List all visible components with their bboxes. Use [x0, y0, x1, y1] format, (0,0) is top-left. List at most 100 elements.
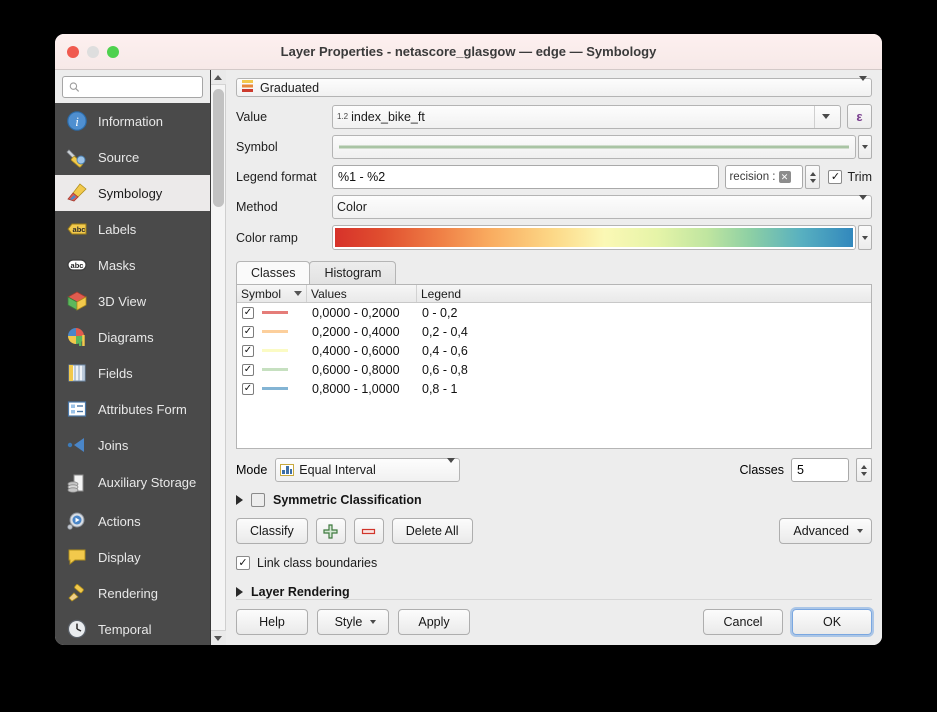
row-symbol-swatch[interactable] — [262, 368, 288, 371]
table-row[interactable]: ✓ 0,2000 - 0,4000 0,2 - 0,4 — [237, 322, 871, 341]
row-symbol-swatch[interactable] — [262, 349, 288, 352]
sidebar-item-diagrams[interactable]: Diagrams — [55, 319, 210, 355]
stepper-up-icon[interactable] — [861, 464, 867, 469]
sidebar-item-source[interactable]: Source — [55, 139, 210, 175]
add-class-button[interactable] — [315, 518, 346, 544]
sidebar-item-display[interactable]: Display — [55, 539, 210, 575]
trim-checkbox[interactable]: ✓ — [828, 170, 843, 184]
table-row[interactable]: ✓ 0,4000 - 0,6000 0,4 - 0,6 — [237, 341, 871, 360]
column-header-legend[interactable]: Legend — [417, 285, 871, 302]
advanced-button[interactable]: Advanced — [779, 518, 872, 544]
table-row[interactable]: ✓ 0,6000 - 0,8000 0,6 - 0,8 — [237, 360, 871, 379]
sidebar-item-labels[interactable]: abc Labels — [55, 211, 210, 247]
classes-stepper[interactable] — [856, 458, 872, 482]
classify-button[interactable]: Classify — [236, 518, 308, 544]
delete-all-button[interactable]: Delete All — [391, 518, 473, 544]
layer-rendering-section[interactable]: Layer Rendering — [236, 585, 872, 599]
method-combo[interactable]: Color — [332, 195, 872, 219]
table-row[interactable]: ✓ 0,0000 - 0,2000 0 - 0,2 — [237, 303, 871, 322]
ok-button[interactable]: OK — [792, 609, 872, 635]
mode-combo[interactable]: Equal Interval — [275, 458, 461, 482]
sidebar-item-fields[interactable]: Fields — [55, 355, 210, 391]
scroll-down-arrow[interactable] — [210, 630, 226, 645]
symmetric-classification-row[interactable]: Symmetric Classification — [236, 493, 872, 507]
row-values-cell[interactable]: 0,8000 - 1,0000 — [307, 382, 417, 396]
symmetric-classification-checkbox[interactable] — [251, 493, 265, 507]
trim-checkbox-wrap[interactable]: ✓ Trim — [828, 170, 872, 184]
row-checkbox[interactable]: ✓ — [242, 382, 254, 395]
column-header-values-label: Values — [311, 286, 347, 301]
help-button[interactable]: Help — [236, 609, 308, 635]
expand-arrow-icon[interactable] — [236, 587, 243, 597]
expression-editor-button[interactable]: ε — [847, 104, 872, 129]
clear-icon[interactable]: ✕ — [778, 171, 791, 183]
value-field-combo[interactable]: 1.2 index_bike_ft — [332, 104, 841, 129]
row-symbol-cell[interactable]: ✓ — [237, 382, 307, 395]
cancel-button[interactable]: Cancel — [703, 609, 783, 635]
apply-button[interactable]: Apply — [398, 609, 470, 635]
row-symbol-cell[interactable]: ✓ — [237, 306, 307, 319]
style-button[interactable]: Style — [317, 609, 389, 635]
chevron-down-icon[interactable] — [814, 105, 836, 128]
link-class-boundaries-row[interactable]: ✓ Link class boundaries — [236, 556, 872, 570]
row-symbol-cell[interactable]: ✓ — [237, 363, 307, 376]
row-legend-cell[interactable]: 0,8 - 1 — [417, 382, 871, 396]
row-checkbox[interactable]: ✓ — [242, 306, 254, 319]
close-window-button[interactable] — [67, 45, 79, 58]
color-ramp-preview[interactable] — [332, 225, 856, 250]
row-values-cell[interactable]: 0,0000 - 0,2000 — [307, 306, 417, 320]
symbol-preview-button[interactable] — [332, 135, 856, 159]
precision-stepper[interactable] — [805, 165, 821, 189]
color-ramp-dropdown-button[interactable] — [858, 225, 872, 250]
row-symbol-swatch[interactable] — [262, 387, 288, 390]
row-legend-cell[interactable]: 0,2 - 0,4 — [417, 325, 871, 339]
legend-format-input[interactable]: %1 - %2 — [332, 165, 720, 189]
row-values-cell[interactable]: 0,2000 - 0,4000 — [307, 325, 417, 339]
row-legend-cell[interactable]: 0 - 0,2 — [417, 306, 871, 320]
minimize-window-button[interactable] — [87, 45, 99, 58]
stepper-up-icon[interactable] — [809, 171, 816, 176]
precision-input[interactable]: recision : ✕ — [725, 165, 804, 189]
row-values-cell[interactable]: 0,4000 - 0,6000 — [307, 344, 417, 358]
sidebar-item-attributes-form[interactable]: Attributes Form — [55, 391, 210, 427]
sidebar-item-temporal[interactable]: Temporal — [55, 611, 210, 645]
classes-input[interactable]: 5 — [791, 458, 849, 482]
sidebar-item-3d-view[interactable]: 3D View — [55, 283, 210, 319]
sidebar-item-symbology[interactable]: Symbology — [55, 175, 210, 211]
scrollbar-track[interactable] — [211, 85, 225, 630]
scrollbar-thumb[interactable] — [213, 89, 224, 207]
stepper-down-icon[interactable] — [861, 471, 867, 476]
row-symbol-cell[interactable]: ✓ — [237, 325, 307, 338]
column-header-symbol[interactable]: Symbol — [237, 285, 307, 302]
search-input[interactable] — [83, 79, 196, 95]
sidebar-item-masks[interactable]: abc Masks — [55, 247, 210, 283]
row-legend-cell[interactable]: 0,4 - 0,6 — [417, 344, 871, 358]
sidebar-item-rendering[interactable]: Rendering — [55, 575, 210, 611]
symbol-dropdown-button[interactable] — [858, 135, 872, 159]
maximize-window-button[interactable] — [107, 45, 119, 58]
sidebar-item-joins[interactable]: Joins — [55, 427, 210, 463]
tab-classes[interactable]: Classes — [236, 261, 311, 284]
sidebar-item-information[interactable]: i Information — [55, 103, 210, 139]
row-checkbox[interactable]: ✓ — [242, 344, 254, 357]
scroll-up-arrow[interactable] — [210, 70, 226, 85]
row-symbol-swatch[interactable] — [262, 311, 288, 314]
row-symbol-cell[interactable]: ✓ — [237, 344, 307, 357]
search-box[interactable] — [62, 76, 203, 98]
sidebar-item-actions[interactable]: Actions — [55, 503, 210, 539]
row-values-cell[interactable]: 0,6000 - 0,8000 — [307, 363, 417, 377]
sidebar-item-auxiliary-storage[interactable]: Auxiliary Storage — [55, 463, 210, 503]
renderer-type-combo[interactable]: Graduated — [236, 75, 872, 97]
expand-arrow-icon[interactable] — [236, 495, 243, 505]
table-row[interactable]: ✓ 0,8000 - 1,0000 0,8 - 1 — [237, 379, 871, 398]
row-symbol-swatch[interactable] — [262, 330, 288, 333]
row-checkbox[interactable]: ✓ — [242, 325, 254, 338]
row-legend-cell[interactable]: 0,6 - 0,8 — [417, 363, 871, 377]
stepper-down-icon[interactable] — [809, 178, 816, 183]
sidebar-scrollbar[interactable] — [210, 70, 226, 645]
tab-histogram[interactable]: Histogram — [309, 261, 397, 284]
delete-class-button[interactable] — [353, 518, 384, 544]
row-checkbox[interactable]: ✓ — [242, 363, 254, 376]
column-header-values[interactable]: Values — [307, 285, 417, 302]
link-class-boundaries-checkbox[interactable]: ✓ — [236, 556, 250, 570]
